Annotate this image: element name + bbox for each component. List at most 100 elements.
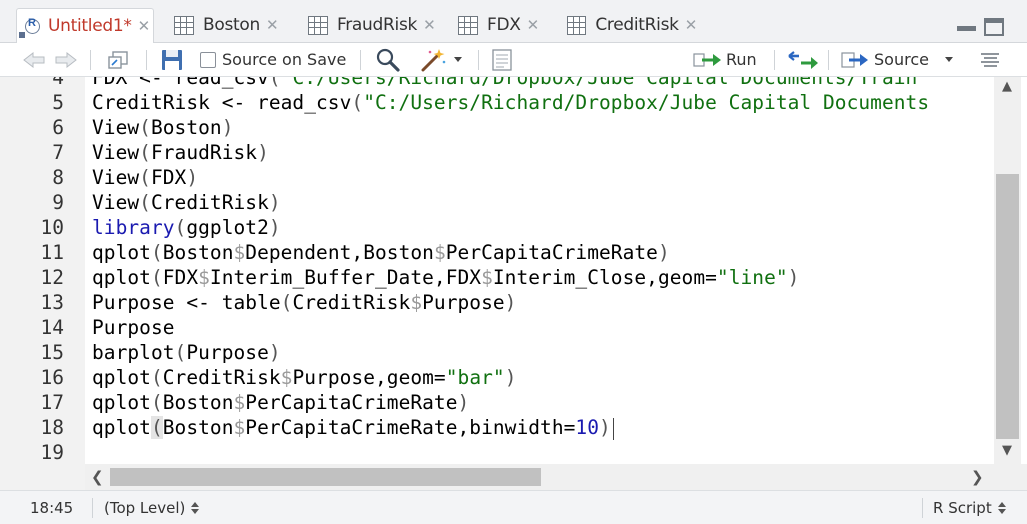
- code-text[interactable]: View(FDX): [92, 165, 198, 190]
- updown-chevron-icon: [191, 501, 200, 514]
- back-arrow-icon: [23, 51, 45, 68]
- magic-wand-icon: [421, 48, 446, 71]
- compile-report-button[interactable]: [491, 43, 513, 76]
- code-line[interactable]: 10 library(ggplot2): [0, 215, 994, 240]
- table-icon: [458, 15, 478, 35]
- tab-fraudrisk[interactable]: FraudRisk ✕: [308, 8, 440, 42]
- code-text[interactable]: qplot(FDX$Interim_Buffer_Date,FDX$Interi…: [92, 265, 799, 290]
- search-icon: [376, 48, 400, 72]
- checkbox-icon[interactable]: [200, 51, 216, 68]
- tab-untitled1[interactable]: R Untitled1* ✕: [16, 8, 154, 43]
- code-line[interactable]: 4 FDX <- read_csv("C:/Users/Richard/Dropb…: [0, 77, 994, 90]
- code-line[interactable]: 11 qplot(Boston$Dependent,Boston$PerCapit…: [0, 240, 994, 265]
- source-arrow-icon: [841, 51, 868, 68]
- file-type-label: R Script: [933, 498, 992, 517]
- scroll-down-icon[interactable]: ▼: [1002, 443, 1012, 458]
- back-button[interactable]: [22, 43, 46, 76]
- table-icon: [308, 15, 328, 35]
- tab-label: Untitled1*: [48, 16, 132, 36]
- line-number: 12: [40, 266, 64, 289]
- code-line[interactable]: 16 qplot(CreditRisk$Purpose,geom="bar"): [0, 365, 994, 390]
- code-line[interactable]: 7 View(FraudRisk): [0, 140, 994, 165]
- r-script-icon: R: [19, 17, 40, 38]
- close-icon[interactable]: ✕: [423, 16, 436, 34]
- line-number: 17: [40, 391, 64, 414]
- line-number: 13: [40, 291, 64, 314]
- code-line[interactable]: 13 Purpose <- table(CreditRisk$Purpose): [0, 290, 994, 315]
- run-label: Run: [726, 50, 757, 69]
- editor-tab-bar: R Untitled1* ✕ Boston ✕ FraudRisk ✕ FDX …: [0, 0, 1027, 43]
- code-tools-button[interactable]: [420, 43, 462, 76]
- document-outline-button[interactable]: [980, 43, 1000, 76]
- horizontal-scrollbar[interactable]: ❮ ❯: [85, 464, 994, 490]
- popout-window-icon: [108, 50, 128, 69]
- source-button[interactable]: Source: [841, 43, 953, 76]
- code-line[interactable]: 8 View(FDX): [0, 165, 994, 190]
- forward-button[interactable]: [54, 43, 78, 76]
- code-line[interactable]: 5 CreditRisk <- read_csv("C:/Users/Richar…: [0, 90, 994, 115]
- table-icon: [567, 15, 587, 35]
- code-line[interactable]: 17 qplot(Boston$PerCapitaCrimeRate): [0, 390, 994, 415]
- close-icon[interactable]: ✕: [266, 16, 279, 34]
- vertical-scroll-thumb[interactable]: [996, 174, 1019, 439]
- scroll-left-icon[interactable]: ❮: [91, 468, 104, 486]
- tab-fdx[interactable]: FDX ✕: [458, 8, 542, 42]
- find-replace-button[interactable]: [376, 43, 400, 76]
- horizontal-scroll-thumb[interactable]: [110, 468, 541, 486]
- scroll-up-icon[interactable]: ▲: [1002, 79, 1012, 94]
- close-icon[interactable]: ✕: [138, 17, 151, 35]
- rerun-button[interactable]: [787, 43, 819, 76]
- scope-selector[interactable]: (Top Level): [104, 491, 200, 524]
- tab-label: Boston: [203, 15, 260, 35]
- code-line[interactable]: 15 barplot(Purpose): [0, 340, 994, 365]
- forward-arrow-icon: [55, 51, 77, 68]
- code-line[interactable]: 6 View(Boston): [0, 115, 994, 140]
- code-text[interactable]: FDX <- read_csv("C:/Users/Richard/Dropbo…: [92, 77, 917, 90]
- updown-chevron-icon: [997, 501, 1006, 514]
- code-text[interactable]: View(Boston): [92, 115, 234, 140]
- line-number: 4: [52, 77, 64, 89]
- editor-toolbar: Source on Save Run Source: [0, 43, 1027, 77]
- code-line[interactable]: 9 View(CreditRisk): [0, 190, 994, 215]
- code-text[interactable]: qplot(CreditRisk$Purpose,geom="bar"): [92, 365, 516, 390]
- run-button[interactable]: Run: [693, 43, 757, 76]
- minimize-pane-icon[interactable]: [957, 26, 976, 31]
- line-number: 9: [52, 191, 64, 214]
- close-icon[interactable]: ✕: [685, 16, 698, 34]
- show-in-window-button[interactable]: [106, 43, 130, 76]
- notebook-icon: [492, 48, 512, 71]
- close-icon[interactable]: ✕: [527, 16, 540, 34]
- code-text[interactable]: qplot(Boston$PerCapitaCrimeRate,binwidth…: [92, 415, 614, 440]
- tab-creditrisk[interactable]: CreditRisk ✕: [567, 8, 697, 42]
- code-line[interactable]: 12 qplot(FDX$Interim_Buffer_Date,FDX$Inte…: [0, 265, 994, 290]
- code-text[interactable]: library(ggplot2): [92, 215, 281, 240]
- line-number: 8: [52, 166, 64, 189]
- chevron-down-icon[interactable]: [944, 57, 953, 62]
- maximize-pane-icon[interactable]: [984, 18, 1004, 36]
- gutter-footer: [0, 464, 85, 490]
- code-line[interactable]: 19: [0, 440, 994, 464]
- source-on-save-checkbox[interactable]: Source on Save: [200, 43, 346, 76]
- tab-boston[interactable]: Boston ✕: [174, 8, 286, 42]
- save-icon: [162, 49, 182, 70]
- vertical-scrollbar[interactable]: ▲ ▼: [994, 77, 1021, 464]
- line-number: 16: [40, 366, 64, 389]
- save-button[interactable]: [161, 43, 183, 76]
- code-line[interactable]: 18 qplot(Boston$PerCapitaCrimeRate,binwid…: [0, 415, 994, 440]
- line-number: 5: [52, 91, 64, 114]
- scrollbar-corner: [994, 464, 1027, 490]
- code-editor[interactable]: 4 FDX <- read_csv("C:/Users/Richard/Dropb…: [0, 77, 994, 464]
- code-text[interactable]: View(CreditRisk): [92, 190, 281, 215]
- status-bar: 18:45 (Top Level) R Script: [0, 490, 1027, 524]
- code-line[interactable]: 14 Purpose: [0, 315, 994, 340]
- code-text[interactable]: qplot(Boston$Dependent,Boston$PerCapitaC…: [92, 240, 670, 265]
- file-type-selector[interactable]: R Script: [933, 491, 1006, 524]
- code-text[interactable]: Purpose <- table(CreditRisk$Purpose): [92, 290, 516, 315]
- code-text[interactable]: qplot(Boston$PerCapitaCrimeRate): [92, 390, 469, 415]
- code-text[interactable]: barplot(Purpose): [92, 340, 281, 365]
- outline-icon: [981, 52, 999, 67]
- code-text[interactable]: CreditRisk <- read_csv("C:/Users/Richard…: [92, 90, 929, 115]
- code-text[interactable]: Purpose: [92, 315, 175, 340]
- code-text[interactable]: View(FraudRisk): [92, 140, 269, 165]
- scroll-right-icon[interactable]: ❯: [971, 468, 984, 486]
